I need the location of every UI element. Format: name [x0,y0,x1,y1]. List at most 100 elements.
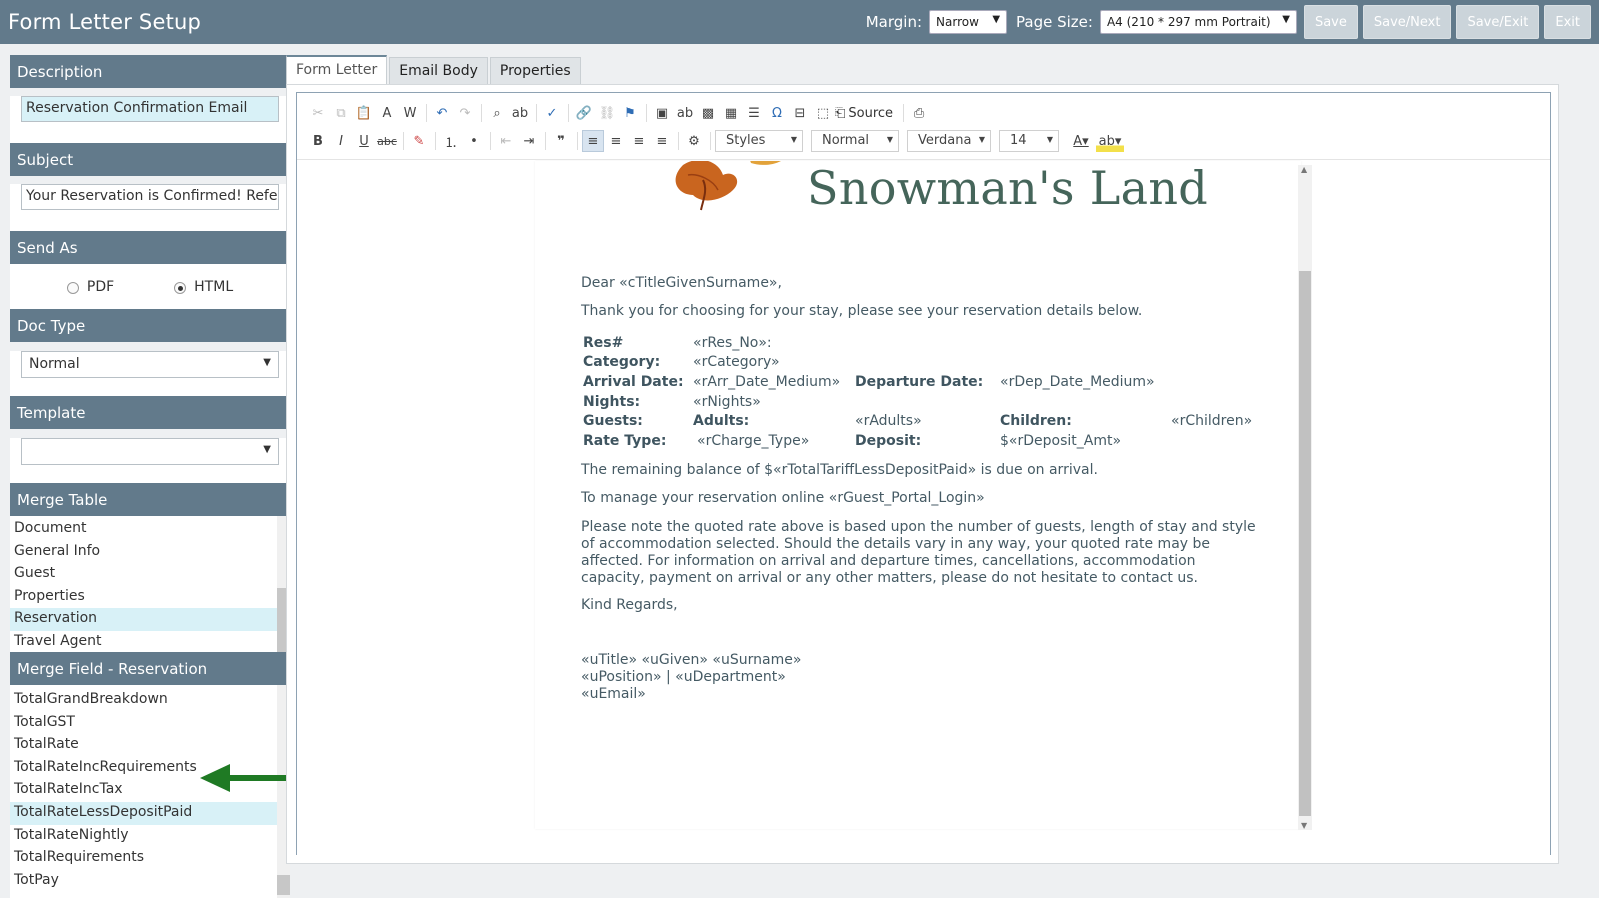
blockquote-icon[interactable]: ❞ [550,130,572,152]
bold-icon[interactable]: B [307,130,329,152]
bulleted-list-icon[interactable]: • [463,130,485,152]
exit-button[interactable]: Exit [1544,5,1591,39]
list-item[interactable]: Guest [10,563,290,586]
align-right-icon[interactable]: ≡ [628,130,650,152]
departure-label: Departure Date: [855,373,984,390]
tab-properties[interactable]: Properties [489,57,581,85]
list-item-selected[interactable]: TotalRateLessDepositPaid [10,801,290,825]
table-icon[interactable]: ▦ [720,102,742,124]
document-page[interactable]: Snowman's Land Dear «cTitleGivenSurname»… [535,161,1301,829]
paste-text-icon[interactable]: A [376,102,398,124]
align-justify-icon[interactable]: ≡ [651,130,673,152]
tab-bar: Form Letter Email Body Properties [286,55,583,85]
scroll-thumb[interactable] [277,875,290,895]
scroll-thumb[interactable] [1299,271,1311,816]
list-item[interactable]: TotPay [10,870,290,893]
chevron-down-icon: ▼ [978,135,985,144]
table-row: Guests: Adults: «rAdults» Children: «rCh… [581,411,1254,431]
tab-email-body[interactable]: Email Body [389,57,488,85]
image-inline-icon[interactable]: ▩ [697,102,719,124]
print-icon[interactable]: ⎙ [908,102,930,124]
source-button[interactable]: ⎗ Source [835,106,893,121]
horizontal-rule-icon[interactable]: ☰ [743,102,765,124]
separator [568,104,569,122]
text-color-icon[interactable]: A▾ [1067,130,1095,152]
send-as-pdf-option[interactable]: PDF [66,279,114,295]
guests-label: Guests: [583,413,643,430]
list-item[interactable]: TotalGrandBreakdown [10,689,290,712]
cut-icon[interactable]: ✂ [307,102,329,124]
scroll-down-icon[interactable]: ▼ [1301,821,1307,830]
template-select[interactable]: ▼ [21,438,279,465]
reservation-details-table: Res# «rRes_No»: Category: «rCategory» Ar… [581,333,1254,451]
iframe-icon[interactable]: ⬚ [812,102,834,124]
document-scrollbar[interactable]: ▲ ▼ [1298,165,1312,830]
save-next-button[interactable]: Save/Next [1362,5,1452,39]
chevron-down-icon: ▼ [790,135,797,144]
redo-icon[interactable]: ↷ [454,102,476,124]
rate-type-label: Rate Type: [583,432,667,449]
list-item[interactable]: TotalGST [10,712,290,735]
list-item[interactable]: Travel Agent [10,631,290,652]
format-value: Normal [822,133,870,148]
separator [710,132,711,150]
remove-format-icon[interactable]: ✎ [408,130,430,152]
list-item[interactable]: TotalRateNightly [10,825,290,848]
send-as-html-option[interactable]: HTML [174,279,233,295]
abbr-icon[interactable]: ab [674,102,696,124]
description-input[interactable]: Reservation Confirmation Email [21,96,279,122]
letterhead-title: Snowman's Land [807,161,1208,215]
merge-table-heading: Merge Table [10,483,290,516]
numbered-list-icon[interactable]: ⒈ [440,130,462,152]
radio-html[interactable] [174,281,187,294]
doc-type-select[interactable]: Normal ▼ [21,351,279,378]
styles-combo[interactable]: Styles ▼ [715,130,803,152]
font-size-combo[interactable]: 14 ▼ [999,130,1059,152]
spellcheck-icon[interactable]: ✓ [541,102,563,124]
copy-icon[interactable]: ⧉ [330,102,352,124]
description-heading: Description [10,55,290,88]
subject-input[interactable]: Your Reservation is Confirmed! Reference [21,184,279,210]
list-item[interactable]: TotalRequirements [10,847,290,870]
doc-type-value: Normal [29,356,80,372]
undo-icon[interactable]: ↶ [431,102,453,124]
paste-word-icon[interactable]: W [399,102,421,124]
unlink-icon[interactable]: ⛓ [596,102,618,124]
list-item[interactable]: Document [10,518,290,541]
background-color-icon[interactable]: ab▾ [1096,130,1124,152]
align-center-icon[interactable]: ≡ [605,130,627,152]
special-char-icon[interactable]: Ω [766,102,788,124]
scroll-up-icon[interactable]: ▲ [1301,165,1307,174]
outdent-icon[interactable]: ⇤ [495,130,517,152]
list-item[interactable]: TotalRate [10,734,290,757]
image-icon[interactable]: ▣ [651,102,673,124]
tab-form-letter[interactable]: Form Letter [286,55,388,85]
send-as-options: PDF HTML [10,264,290,309]
paste-icon[interactable]: 📋 [353,102,375,124]
manage-text: To manage your reservation online «rGues… [581,490,985,506]
anchor-flag-icon[interactable]: ⚑ [619,102,641,124]
list-item[interactable]: Properties [10,586,290,609]
margin-select[interactable]: Narrow ▼ [929,10,1008,34]
font-combo[interactable]: Verdana ▼ [907,130,991,152]
page-size-select[interactable]: A4 (210 * 297 mm Portrait) ▼ [1099,10,1297,34]
underline-icon[interactable]: U [353,130,375,152]
page-break-icon[interactable]: ⊟ [789,102,811,124]
doc-type-heading: Doc Type [10,309,290,342]
language-icon[interactable]: ⚙ [683,130,705,152]
toolbar-row-2: B I U abc ✎ ⒈ • ⇤ ⇥ ❞ ≡ ≡ ≡ ≡ ⚙ Styles ▼… [307,129,1125,153]
replace-icon[interactable]: ab [509,102,531,124]
strikethrough-icon[interactable]: abc [376,130,398,152]
link-icon[interactable]: 🔗 [573,102,595,124]
list-item-selected[interactable]: Reservation [10,608,290,631]
format-combo[interactable]: Normal ▼ [811,130,899,152]
italic-icon[interactable]: I [330,130,352,152]
indent-icon[interactable]: ⇥ [518,130,540,152]
find-icon[interactable]: ⌕ [486,102,508,124]
save-button[interactable]: Save [1303,5,1358,39]
save-exit-button[interactable]: Save/Exit [1456,5,1540,39]
list-item[interactable]: General Info [10,541,290,564]
align-left-icon[interactable]: ≡ [582,130,604,152]
radio-pdf[interactable] [66,281,79,294]
chevron-down-icon: ▼ [263,444,271,455]
